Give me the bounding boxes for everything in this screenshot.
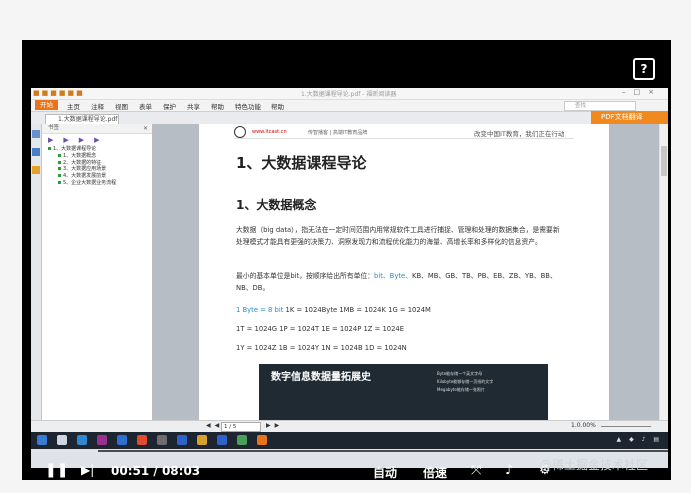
close-icon[interactable]: ✕ bbox=[143, 124, 148, 133]
bookmark-tools[interactable]: ▶▶▶▶ bbox=[42, 134, 152, 146]
data-history-figure: 数字信息数据量拓展史 Byte能存储一个英文字母 Kilobyte能够存储一页纸… bbox=[259, 364, 548, 420]
time-display: 00:51 / 08:03 bbox=[111, 464, 201, 478]
units-line-1: 1 Byte = 8 bit 1K = 1024Byte 1MB = 1024K… bbox=[236, 306, 431, 314]
units-line-2: 1T = 1024G 1P = 1024T 1E = 1024P 1Z = 10… bbox=[236, 325, 405, 333]
document-tab[interactable]: 1.大数据课程导论.pdf bbox=[45, 114, 119, 124]
scrollbar-thumb[interactable] bbox=[661, 146, 667, 176]
chrome-icon[interactable] bbox=[137, 435, 147, 445]
pause-icon[interactable]: ❚❚ bbox=[45, 462, 68, 478]
pages-panel-icon[interactable] bbox=[32, 148, 40, 156]
video-frame: ■■■■■■ 1.大数据课程导论.pdf - 福昕阅读器 –□× 开始 主页 注… bbox=[31, 88, 668, 468]
foxit-reader-icon[interactable] bbox=[257, 435, 267, 445]
document-header: www.itcast.cn 传智播客 | 高端IT教育品牌 改变中国IT教育，我… bbox=[234, 126, 574, 139]
zoom-slider[interactable] bbox=[601, 426, 651, 427]
left-toolbar bbox=[31, 124, 42, 420]
app-icon[interactable] bbox=[157, 435, 167, 445]
document-viewer[interactable]: www.itcast.cn 传智播客 | 高端IT教育品牌 改变中国IT教育，我… bbox=[153, 124, 659, 420]
app-titlebar: ■■■■■■ 1.大数据课程导论.pdf - 福昕阅读器 –□× bbox=[31, 88, 668, 100]
paragraph-units: 最小的基本单位是bit，按顺序给出所有单位：bit、Byte、KB、MB、GB、… bbox=[236, 272, 557, 292]
bookmark-icon bbox=[58, 167, 61, 171]
menu-share[interactable]: 共享 bbox=[187, 101, 200, 111]
site-watermark: @稀土掘金技术社区 bbox=[540, 458, 649, 472]
document-title: 1、大数据课程导论 bbox=[236, 154, 367, 172]
search-input[interactable]: 查找 bbox=[564, 101, 636, 111]
vertical-scrollbar[interactable] bbox=[660, 124, 668, 420]
progress-fill bbox=[31, 450, 98, 452]
units-line-3: 1Y = 1024Z 1B = 1024Y 1N = 1024B 1D = 10… bbox=[236, 344, 407, 352]
system-tray[interactable]: ▲ ◆ ♪ ▤ bbox=[617, 436, 662, 443]
bookmark-item[interactable]: 1、大数据概念 bbox=[42, 153, 152, 160]
volume-icon[interactable]: ♪ bbox=[505, 463, 513, 478]
bookmark-item[interactable]: 1、大数据课程导论 bbox=[42, 146, 152, 153]
bookmarks-title: 书签 bbox=[48, 125, 60, 131]
next-icon[interactable]: ▶| bbox=[81, 463, 94, 477]
tab-strip: 1.大数据课程导论.pdf bbox=[31, 112, 668, 124]
next-page-icon[interactable]: ▶▶ bbox=[266, 422, 283, 429]
figure-title: 数字信息数据量拓展史 bbox=[271, 372, 371, 383]
app-icon[interactable] bbox=[117, 435, 127, 445]
page-number-field[interactable]: 1 / 5 bbox=[221, 422, 261, 432]
figure-notes: Byte能存储一个英文字母 Kilobyte能够存储一页纸的文字 Megabyt… bbox=[437, 371, 494, 392]
pdf-page: www.itcast.cn 传智播客 | 高端IT教育品牌 改变中国IT教育，我… bbox=[199, 124, 609, 420]
app-icon[interactable] bbox=[57, 435, 67, 445]
app-icon[interactable] bbox=[97, 435, 107, 445]
bookmark-icon bbox=[58, 153, 61, 157]
menu-view[interactable]: 视图 bbox=[115, 101, 128, 111]
bookmark-item[interactable]: 4、大数据发展前景 bbox=[42, 173, 152, 180]
windows-taskbar: ▲ ◆ ♪ ▤ bbox=[31, 432, 668, 449]
menu-comment[interactable]: 注释 bbox=[91, 101, 104, 111]
window-controls[interactable]: –□× bbox=[622, 88, 662, 96]
video-player[interactable]: ? ■■■■■■ 1.大数据课程导论.pdf - 福昕阅读器 –□× 开始 主页… bbox=[22, 40, 671, 480]
start-icon[interactable] bbox=[37, 435, 47, 445]
menu-help-2[interactable]: 帮助 bbox=[271, 101, 284, 111]
menu-help[interactable]: 帮助 bbox=[211, 101, 224, 111]
bookmark-icon bbox=[58, 174, 61, 178]
folder-icon[interactable] bbox=[197, 435, 207, 445]
paragraph-definition: 大数据（big data），指无法在一定时间范围内用常规软件工具进行捕捉、管理和… bbox=[236, 226, 560, 246]
app-icon[interactable] bbox=[217, 435, 227, 445]
pdf-translate-button[interactable]: PDF文档翻译 bbox=[591, 111, 668, 124]
pip-icon[interactable]: ⤧ bbox=[471, 463, 481, 478]
menu-form[interactable]: 表单 bbox=[139, 101, 152, 111]
header-brand: 传智播客 | 高端IT教育品牌 bbox=[308, 130, 368, 136]
bookmark-panel-icon[interactable] bbox=[32, 130, 40, 138]
speed-button[interactable]: 倍速 bbox=[423, 464, 447, 480]
menu-home[interactable]: 主页 bbox=[67, 101, 80, 111]
app-icon[interactable] bbox=[237, 435, 247, 445]
bookmark-icon bbox=[48, 147, 51, 150]
bookmark-item[interactable]: 5、企业大数据业务流程 bbox=[42, 180, 152, 187]
video-progress-bar[interactable] bbox=[31, 450, 668, 452]
menu-bar: 开始 主页 注释 视图 表单 保护 共享 帮助 特色功能 帮助 查找 bbox=[31, 100, 668, 112]
menu-protect[interactable]: 保护 bbox=[163, 101, 176, 111]
menu-start[interactable]: 开始 bbox=[35, 100, 58, 110]
section-heading: 1、大数据概念 bbox=[236, 198, 317, 212]
menu-features[interactable]: 特色功能 bbox=[235, 101, 261, 111]
bookmarks-header: 书签 ✕ bbox=[42, 124, 152, 134]
app-title: 1.大数据课程导论.pdf - 福昕阅读器 bbox=[301, 91, 397, 98]
header-slogan: 改变中国IT教育，我们正在行动 bbox=[474, 130, 565, 138]
quick-access-icons[interactable]: ■■■■■■ bbox=[33, 89, 85, 97]
layers-panel-icon[interactable] bbox=[32, 166, 40, 174]
bookmark-icon bbox=[58, 180, 61, 184]
app-icon[interactable] bbox=[177, 435, 187, 445]
autoplay-button[interactable]: 自动 bbox=[373, 464, 397, 480]
itcast-logo-icon bbox=[234, 126, 246, 138]
zoom-level[interactable]: 1.0.00% bbox=[571, 422, 596, 429]
help-icon[interactable]: ? bbox=[633, 58, 655, 80]
bookmark-icon bbox=[58, 160, 61, 164]
app-icon[interactable] bbox=[77, 435, 87, 445]
header-url: www.itcast.cn bbox=[252, 129, 287, 135]
bookmarks-panel: 书签 ✕ ▶▶▶▶ 1、大数据课程导论 1、大数据概念 2、大数据的特征 3、大… bbox=[42, 124, 153, 420]
